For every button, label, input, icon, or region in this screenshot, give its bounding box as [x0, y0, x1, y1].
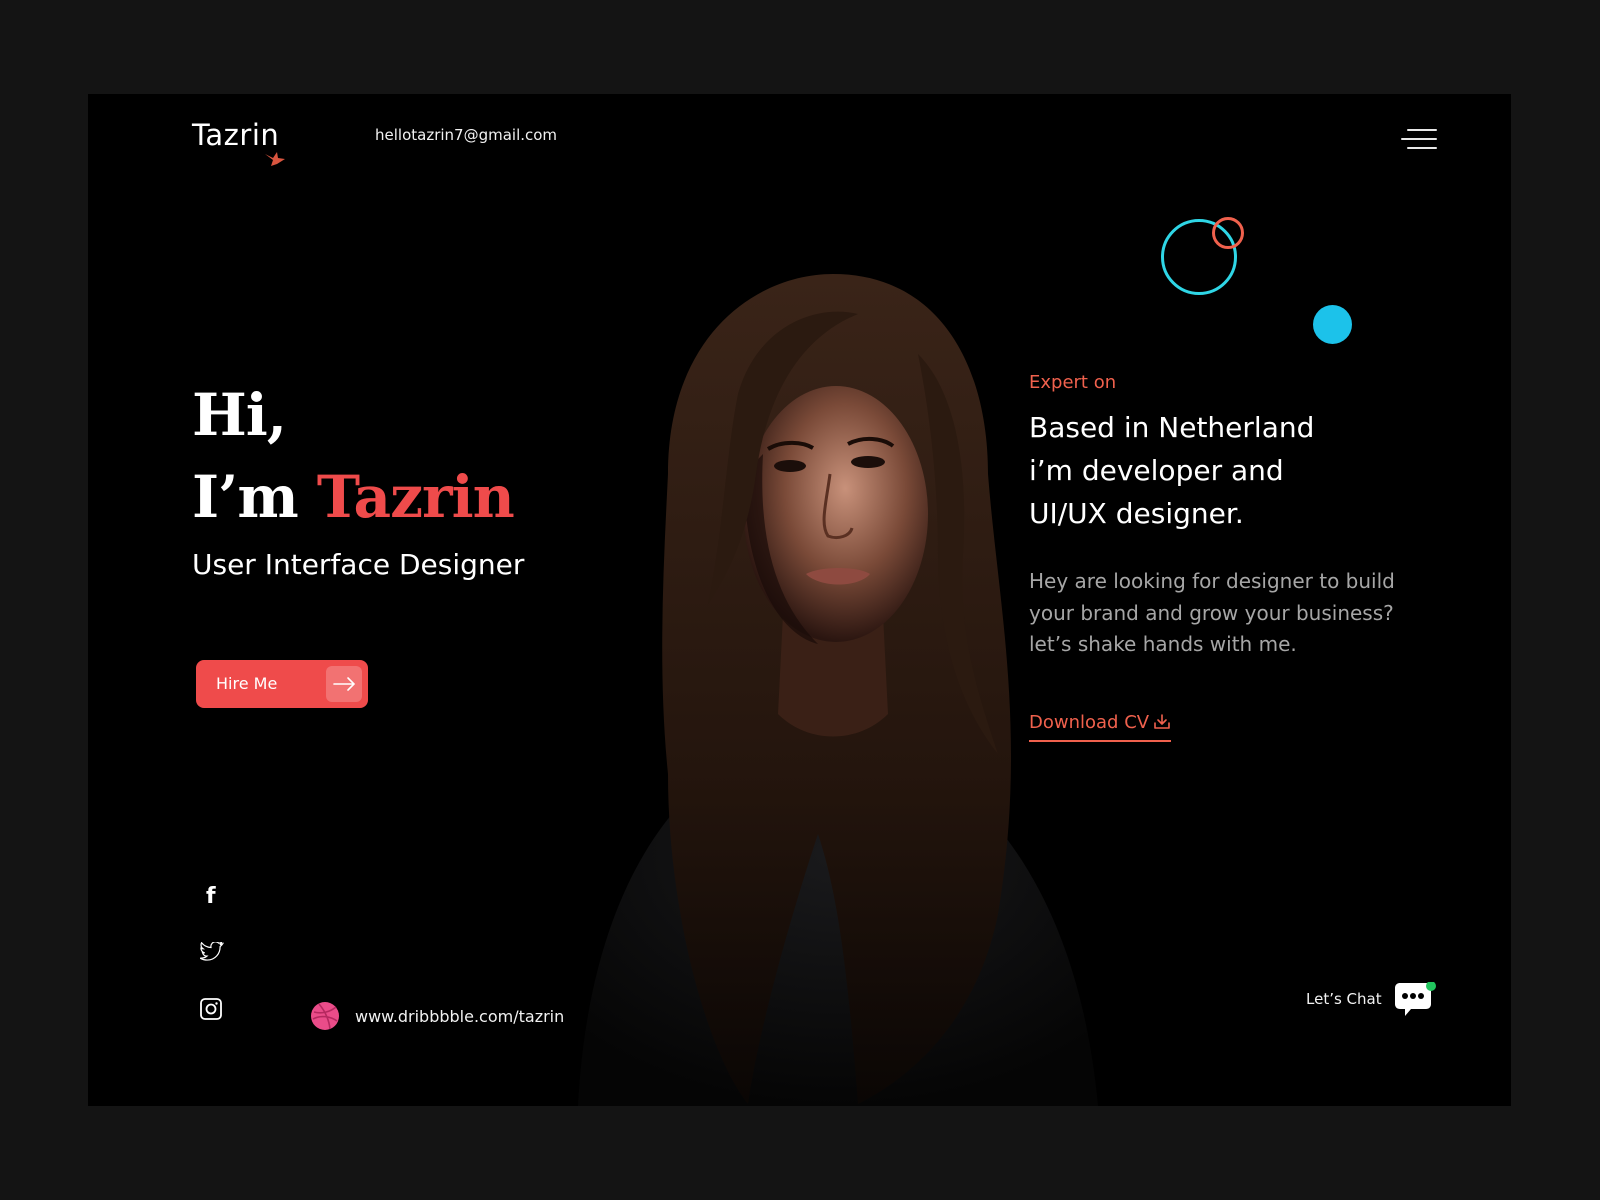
hero-name: Tazrin: [316, 463, 515, 531]
portrait-image: [558, 274, 1118, 1106]
headline-line: UI/UX designer.: [1029, 497, 1244, 530]
menu-line: [1407, 147, 1437, 149]
greeting-prefix: I’m: [192, 463, 317, 531]
facebook-icon[interactable]: f: [206, 884, 216, 909]
download-cv-link[interactable]: Download CV: [1029, 712, 1172, 742]
download-icon: [1154, 714, 1170, 729]
chat-label[interactable]: Let’s Chat: [1306, 990, 1382, 1008]
description-line: Hey are looking for designer to build: [1029, 569, 1395, 593]
download-cv-label: Download CV: [1029, 712, 1150, 733]
greeting-line: Hi,: [192, 381, 287, 449]
hire-me-label: Hire Me: [216, 674, 278, 693]
logo[interactable]: Tazrin: [192, 118, 279, 152]
decorative-orange-ring: [1212, 217, 1244, 249]
hero-role: User Interface Designer: [192, 548, 525, 581]
description-line: your brand and grow your business?: [1029, 600, 1394, 625]
email-link[interactable]: hellotazrin7@gmail.com: [375, 126, 557, 144]
dribbble-link[interactable]: www.dribbbble.com/tazrin: [355, 1007, 564, 1026]
menu-line: [1407, 129, 1437, 131]
hero-greeting: Hi, I’m Tazrin: [192, 374, 515, 538]
greeting-name-line: I’m Tazrin: [192, 456, 515, 538]
chat-bubble-icon[interactable]: [1393, 982, 1437, 1022]
about-description: Hey are looking for designer to build yo…: [1029, 566, 1449, 661]
expert-eyebrow: Expert on: [1029, 372, 1117, 393]
decorative-blue-dot: [1313, 305, 1352, 344]
dribbble-icon[interactable]: [310, 1001, 340, 1031]
menu-line: [1401, 138, 1437, 140]
headline-line: i’m developer and: [1029, 454, 1284, 487]
description-line: let’s shake hands with me.: [1029, 632, 1297, 656]
instagram-icon[interactable]: [200, 998, 222, 1020]
hire-me-button[interactable]: Hire Me: [196, 660, 368, 708]
arrow-right-icon: [326, 666, 362, 702]
hamburger-menu-icon[interactable]: [1401, 129, 1437, 151]
bird-logo-icon: [265, 152, 285, 166]
page-frame: Tazrin hellotazrin7@gmail.com Hi, I’m Ta…: [88, 94, 1511, 1106]
about-headline: Based in Netherland i’m developer and UI…: [1029, 406, 1449, 535]
twitter-icon[interactable]: [200, 942, 224, 962]
headline-line: Based in Netherland: [1029, 411, 1315, 444]
